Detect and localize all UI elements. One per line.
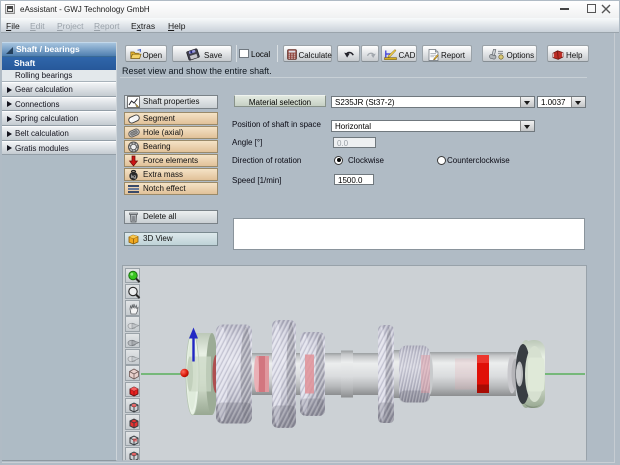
svg-text:kg: kg [131, 174, 136, 179]
